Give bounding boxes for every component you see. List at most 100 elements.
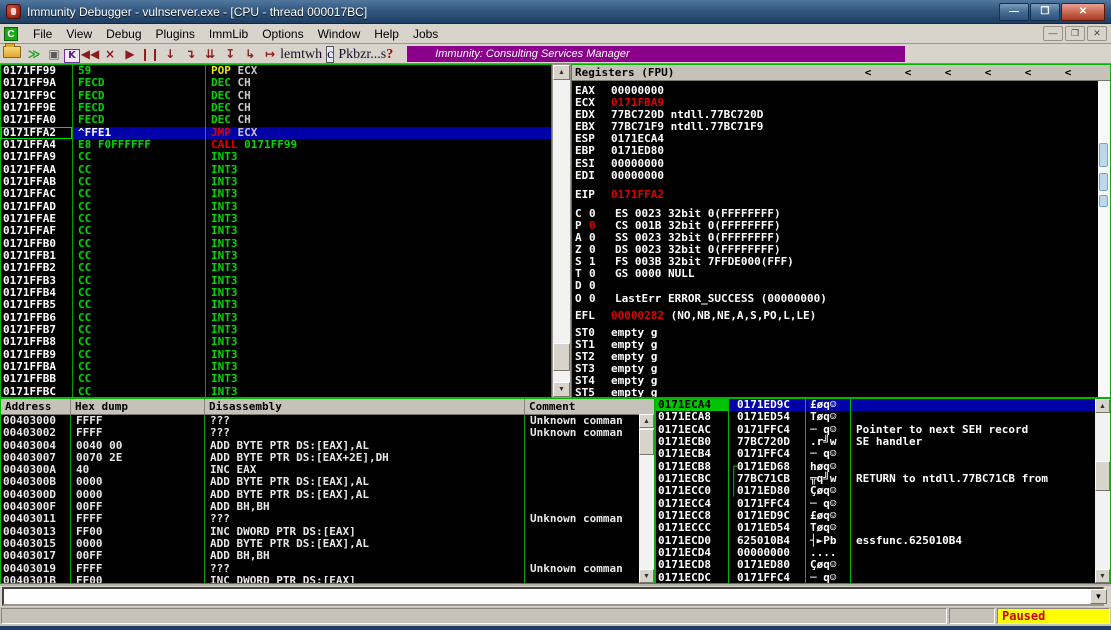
stack-row[interactable]: 0171ECB0 77BC720D.r╝wSE handler <box>656 436 1095 448</box>
disasm-row[interactable]: 0171FFBCCCINT3 <box>1 386 551 398</box>
dump-header-disassembly[interactable]: Disassembly <box>205 399 525 414</box>
dump-row[interactable]: 0040301BFF00INC DWORD PTR DS:[EAX] <box>1 575 640 584</box>
stack-row[interactable]: 0171ECC4 0171FFC4─ q☺ <box>656 498 1095 510</box>
scroll-down-arrow[interactable]: ▼ <box>1095 569 1110 583</box>
menu-help[interactable]: Help <box>367 25 406 43</box>
dump-row[interactable]: 00403011FFFF???Unknown comman <box>1 513 640 525</box>
stack-row[interactable]: 0171ECB8┌0171ED68høq☺ <box>656 461 1095 473</box>
disassembly-scrollbar[interactable]: ▲ ▼ <box>552 64 571 398</box>
menu-window[interactable]: Window <box>311 25 368 43</box>
stack-row[interactable]: 0171ECBC│77BC71CB╦q╝wRETURN to ntdll.77B… <box>656 473 1095 485</box>
step-over-icon[interactable]: ↴ <box>180 45 200 63</box>
scroll-down-arrow[interactable]: ▼ <box>553 382 570 397</box>
register-line[interactable]: T0GS 0000 NULL <box>575 268 1110 280</box>
command-dropdown-button[interactable]: ▼ <box>1090 589 1107 604</box>
scroll-up-arrow[interactable]: ▲ <box>639 414 654 428</box>
stack-row[interactable]: 0171ECC8 0171ED9C£øq☺ <box>656 510 1095 522</box>
menu-file[interactable]: File <box>26 25 59 43</box>
stack-row[interactable]: 0171ECD8 0171ED80Çøq☺ <box>656 559 1095 571</box>
execute-till-return-icon[interactable]: ↳ <box>240 45 260 63</box>
chevron-icon[interactable]: < <box>968 66 1008 79</box>
stack-row[interactable]: 0171ECA8 0171ED54Tøq☺ <box>656 411 1095 423</box>
menu-plugins[interactable]: Plugins <box>149 25 202 43</box>
disasm-row[interactable]: 0171FFBBCCINT3 <box>1 373 551 385</box>
disasm-row[interactable]: 0171FFACCCINT3 <box>1 188 551 200</box>
chevron-icon[interactable]: < <box>1008 66 1048 79</box>
stack-row[interactable]: 0171ECCC 0171ED54Tøq☺ <box>656 522 1095 534</box>
mdi-close-button[interactable]: ✕ <box>1087 26 1107 41</box>
disasm-row[interactable]: 0171FF9AFECDDEC CH <box>1 77 551 89</box>
scroll-up-arrow[interactable]: ▲ <box>1095 399 1110 413</box>
mdi-minimize-button[interactable]: — <box>1043 26 1063 41</box>
trace-over-icon[interactable]: ↧ <box>220 45 240 63</box>
memory-dump-pane[interactable]: AddressHex dumpDisassemblyComment 004030… <box>0 398 655 584</box>
scroll-piece[interactable] <box>1099 173 1108 191</box>
stack-row[interactable]: 0171ECD0 625010B4┤►Pbessfunc.625010B4 <box>656 535 1095 547</box>
toolbar-letter-c[interactable]: c <box>326 46 334 63</box>
scroll-piece[interactable] <box>1099 195 1108 207</box>
toolbar-letter-P[interactable]: P <box>338 47 346 62</box>
stack-row[interactable]: 0171ECC0│0171ED80Çøq☺ <box>656 485 1095 497</box>
run-icon[interactable]: ▶ <box>120 45 140 63</box>
scroll-thumb[interactable] <box>553 343 570 371</box>
k-window-icon[interactable]: K <box>64 49 80 63</box>
register-line[interactable]: EDI00000000 <box>575 170 1110 182</box>
scroll-up-arrow[interactable]: ▲ <box>553 65 570 80</box>
dump-header-address[interactable]: Address <box>1 399 71 414</box>
menu-jobs[interactable]: Jobs <box>406 25 445 43</box>
disasm-row[interactable]: 0171FFAFCCINT3 <box>1 225 551 237</box>
run-to-user-code-icon[interactable]: ↦ <box>260 45 280 63</box>
scroll-thumb[interactable] <box>639 429 654 455</box>
close-x-icon[interactable]: × <box>100 45 120 63</box>
dump-header-comment[interactable]: Comment <box>525 399 654 414</box>
stack-row[interactable]: 0171ECD4 00000000.... <box>656 547 1095 559</box>
stack-row[interactable]: 0171ECB4 0171FFC4─ q☺ <box>656 448 1095 460</box>
mdi-restore-button[interactable]: ❐ <box>1065 26 1085 41</box>
chevron-icon[interactable]: < <box>1048 66 1088 79</box>
step-into-icon[interactable]: ↓ <box>160 45 180 63</box>
stack-scrollbar[interactable]: ▲ ▼ <box>1095 399 1110 583</box>
dump-header-hex-dump[interactable]: Hex dump <box>71 399 205 414</box>
dump-row[interactable]: 00403019FFFF???Unknown comman <box>1 563 640 575</box>
dump-row[interactable]: 0040301700FFADD BH,BH <box>1 550 640 562</box>
chevron-icon[interactable]: < <box>888 66 928 79</box>
restore-button[interactable]: ❐ <box>1030 3 1060 21</box>
disassembly-pane[interactable]: 0171FF9959POP ECX0171FF9AFECDDEC CH0171F… <box>0 64 552 398</box>
toolbar-letter-dots[interactable]: ? <box>386 47 393 62</box>
toolbar-letter-m[interactable]: m <box>290 47 301 62</box>
menu-debug[interactable]: Debug <box>99 25 148 43</box>
copy-window-icon[interactable]: ▣ <box>44 45 64 63</box>
toolbar-letter-h[interactable]: h <box>315 47 322 62</box>
stack-row[interactable]: 0171ECDC 0171FFC4─ q☺ <box>656 572 1095 584</box>
minimize-button[interactable]: — <box>999 3 1029 21</box>
menu-options[interactable]: Options <box>255 25 310 43</box>
menu-immlib[interactable]: ImmLib <box>202 25 255 43</box>
registers-collapse-chevrons[interactable]: <<<<<< <box>848 66 1088 79</box>
toolbar-letter-dotsdotsdots[interactable]: ... <box>370 47 381 62</box>
register-line[interactable]: ST5empty g <box>575 387 1110 398</box>
registers-scrollbar[interactable] <box>1098 81 1110 397</box>
dump-row[interactable]: 004030070070 2EADD BYTE PTR DS:[EAX+2E],… <box>1 452 640 464</box>
disasm-row[interactable]: 0171FFB2CCINT3 <box>1 262 551 274</box>
close-button[interactable]: ✕ <box>1061 3 1105 21</box>
register-line[interactable]: EFL00000282 (NO,NB,NE,A,S,PO,L,LE) <box>575 310 1110 322</box>
register-line[interactable]: EIP0171FFA2 <box>575 189 1110 201</box>
chevron-icon[interactable]: < <box>848 66 888 79</box>
registers-pane[interactable]: Registers (FPU) <<<<<< EAX00000000ECX017… <box>571 64 1111 398</box>
scroll-thumb[interactable] <box>1099 143 1108 167</box>
stack-pane[interactable]: 0171ECA4 0171ED9C£øq☺0171ECA8 0171ED54Tø… <box>655 398 1111 584</box>
scroll-thumb[interactable] <box>1095 461 1110 491</box>
chevron-icon[interactable]: < <box>928 66 968 79</box>
dump-scrollbar[interactable]: ▲ ▼ <box>639 414 654 583</box>
register-line[interactable]: O0LastErr ERROR_SUCCESS (00000000) <box>575 293 1110 305</box>
rewind-icon[interactable]: ◀◀ <box>80 45 100 63</box>
trace-into-icon[interactable]: ⇊ <box>200 45 220 63</box>
command-input[interactable] <box>2 587 1104 606</box>
stack-row[interactable]: 0171ECAC 0171FFC4─ q☺Pointer to next SEH… <box>656 424 1095 436</box>
disasm-row[interactable]: 0171FFB5CCINT3 <box>1 299 551 311</box>
dump-row[interactable]: 00403002FFFF???Unknown comman <box>1 427 640 439</box>
menu-view[interactable]: View <box>59 25 99 43</box>
cpu-window-icon[interactable]: C <box>4 27 18 41</box>
dump-row[interactable]: 0040300B0000ADD BYTE PTR DS:[EAX],AL <box>1 476 640 488</box>
disasm-row[interactable]: 0171FFB8CCINT3 <box>1 336 551 348</box>
